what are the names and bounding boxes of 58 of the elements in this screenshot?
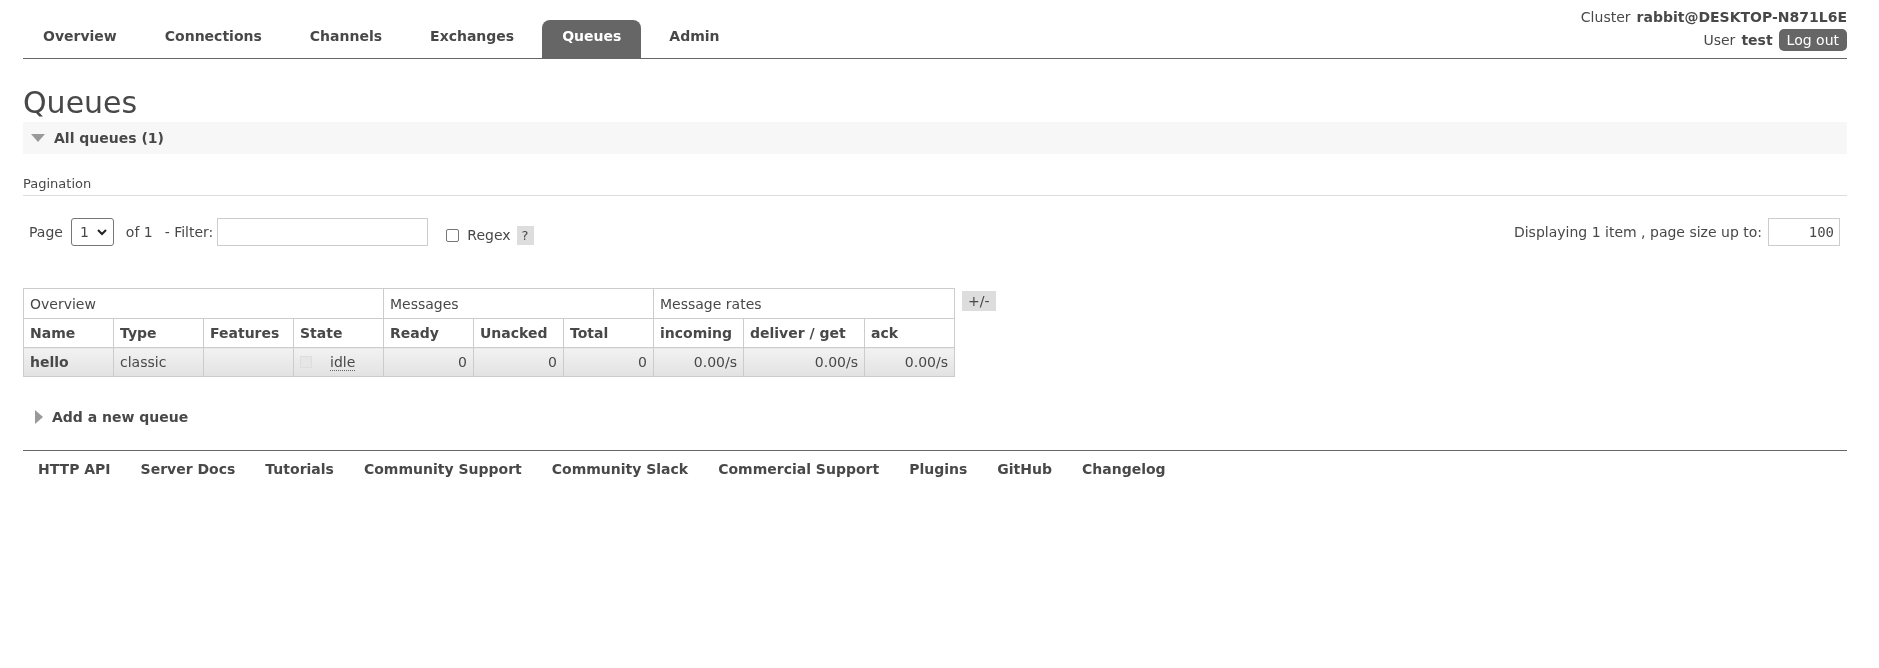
- nav-tab[interactable]: Exchanges: [410, 20, 535, 58]
- column-header: deliver / get: [743, 318, 865, 348]
- column-header: ack: [864, 318, 955, 348]
- state-text: idle: [330, 353, 356, 371]
- cluster-label: Cluster: [1580, 9, 1631, 25]
- nav-tab[interactable]: Overview: [23, 20, 137, 58]
- footer-link[interactable]: Tutorials: [265, 461, 334, 477]
- pagination-label: Pagination: [23, 176, 92, 191]
- nav-tab[interactable]: Channels: [289, 20, 403, 58]
- column-group-header: Messages: [383, 288, 654, 319]
- columns-toggle-button[interactable]: +/-: [962, 291, 996, 311]
- table-cell: 0.00/s: [743, 347, 865, 377]
- queue-name-cell[interactable]: hello: [23, 347, 114, 377]
- footer-link[interactable]: Plugins: [909, 461, 968, 477]
- footer-link[interactable]: Commercial Support: [718, 461, 880, 477]
- page-select[interactable]: 1: [70, 218, 114, 246]
- column-header: Type: [113, 318, 204, 348]
- page-title: Queues: [23, 86, 139, 120]
- table-cell: 0.00/s: [653, 347, 744, 377]
- table-cell: 0: [473, 347, 564, 377]
- page-label: Page: [29, 224, 63, 240]
- logout-button[interactable]: Log out: [1778, 29, 1847, 51]
- column-header: Ready: [383, 318, 474, 348]
- table-cell: classic: [113, 347, 204, 377]
- footer-link[interactable]: Server Docs: [140, 461, 236, 477]
- footer-link[interactable]: Community Support: [363, 461, 522, 477]
- footer-link[interactable]: GitHub: [997, 461, 1052, 477]
- nav-tab[interactable]: Admin: [649, 20, 740, 58]
- footer-link[interactable]: Community Slack: [551, 461, 689, 477]
- regex-label: Regex: [467, 227, 511, 243]
- table-cell: 0: [383, 347, 474, 377]
- section-header[interactable]: All queues (1): [23, 122, 1847, 154]
- nav-tab[interactable]: Connections: [144, 20, 282, 58]
- nav-tab[interactable]: Queues: [542, 20, 642, 58]
- table-cell: 0: [563, 347, 654, 377]
- column-group-header: Overview: [23, 288, 384, 319]
- user-name: test: [1741, 32, 1773, 48]
- cluster-name: rabbit@DESKTOP-N871L6E: [1636, 9, 1847, 25]
- regex-checkbox[interactable]: [446, 228, 460, 242]
- footer-link[interactable]: HTTP API: [38, 461, 111, 477]
- column-header: Name: [23, 318, 114, 348]
- column-header: Total: [563, 318, 654, 348]
- filter-field[interactable]: [217, 218, 429, 246]
- column-header: Features: [203, 318, 294, 348]
- section-toggle[interactable]: Add a new queue: [23, 401, 1847, 433]
- column-header: Unacked: [473, 318, 564, 348]
- displaying-text: Displaying 1 item , page size up to:: [1513, 224, 1762, 240]
- column-header: State: [293, 318, 384, 348]
- column-group-header: Message rates: [653, 288, 955, 319]
- filter-label: - Filter:: [164, 224, 214, 240]
- footer-link[interactable]: Changelog: [1082, 461, 1166, 477]
- page-size-field[interactable]: 100: [1768, 218, 1840, 246]
- page-count: of 1: [125, 224, 153, 240]
- user-label: User: [1703, 32, 1736, 48]
- chevron-down-icon: [96, 228, 107, 236]
- table-cell: 0.00/s: [864, 347, 955, 377]
- help-button[interactable]: ?: [516, 225, 534, 245]
- column-header: incoming: [653, 318, 744, 348]
